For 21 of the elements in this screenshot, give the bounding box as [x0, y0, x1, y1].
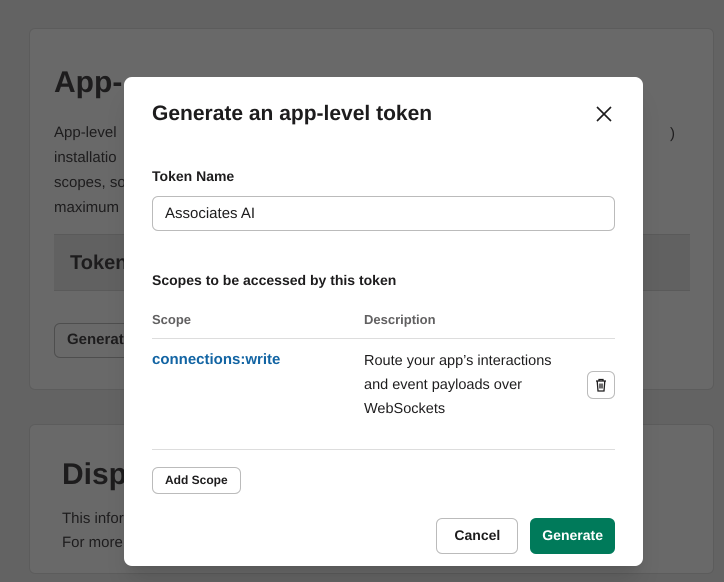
delete-button[interactable] — [587, 370, 615, 398]
paragraph-line: For more — [62, 533, 123, 553]
add-scope-button[interactable]: Add Scope — [152, 466, 241, 494]
generate-button[interactable]: Generate — [530, 518, 615, 554]
scope-description: Route your app’s interactions and event payloads over WebSockets — [364, 352, 553, 418]
section-title: App- — [54, 65, 122, 101]
scope-link[interactable]: connections:write — [152, 348, 364, 371]
column-header: Description — [364, 311, 436, 329]
paragraph-line: maximum — [54, 198, 120, 218]
trash-icon — [595, 378, 607, 392]
cancel-button[interactable]: Cancel — [436, 518, 518, 554]
paragraph-line: installatio — [54, 148, 117, 168]
section-title: Disp — [62, 457, 128, 493]
column-header: Scope — [152, 311, 192, 329]
token-name-field[interactable]: Associates AI — [152, 196, 615, 231]
dialog-title: Generate an app-level token — [152, 101, 432, 127]
paragraph-fragment: ) — [670, 124, 675, 144]
paragraph-line: App-level — [54, 123, 117, 143]
section-heading: Scopes to be accessed by this token — [152, 271, 398, 290]
paragraph-line: This infor — [62, 509, 124, 529]
field-label: Token Name — [152, 167, 236, 186]
